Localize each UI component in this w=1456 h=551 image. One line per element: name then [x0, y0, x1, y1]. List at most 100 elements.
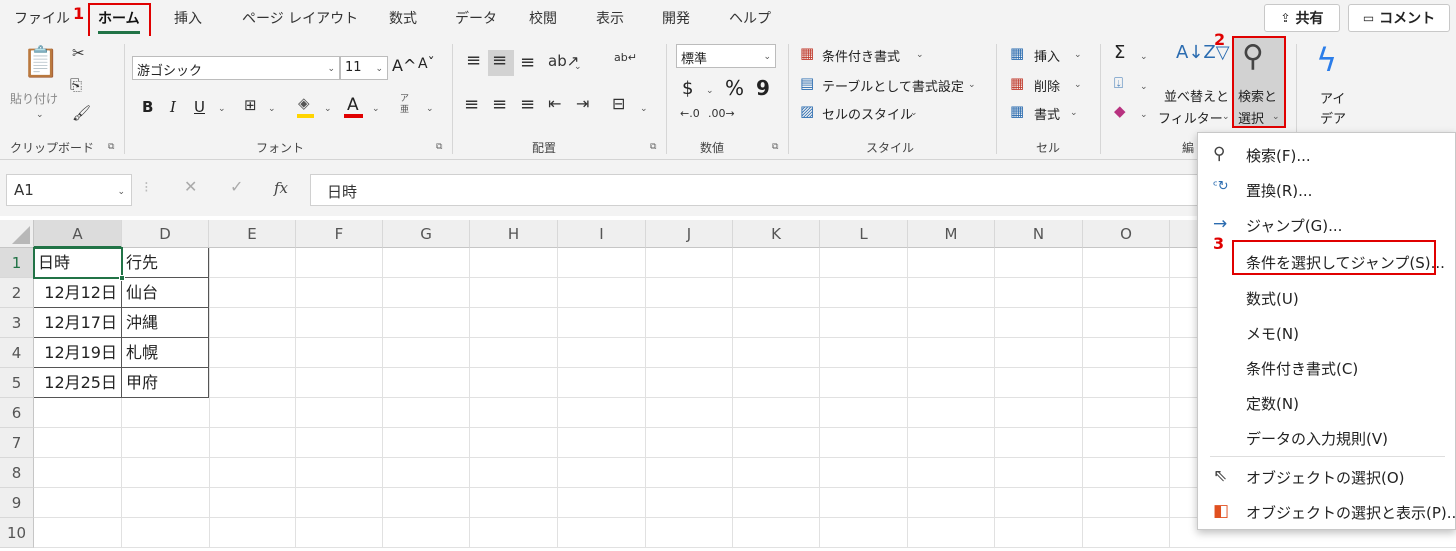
row-header-1[interactable]: 1 [0, 248, 34, 278]
column-header-e[interactable]: E [209, 220, 296, 248]
menu-item-conditional-formatting[interactable]: 条件付き書式(C) [1198, 350, 1456, 385]
column-header-h[interactable]: H [470, 220, 558, 248]
cut-icon[interactable]: ✂ [72, 46, 85, 61]
cell-d1[interactable]: 行先 [122, 248, 209, 278]
chevron-down-icon[interactable]: ⌄ [324, 104, 332, 114]
sort-filter-line1[interactable]: 並べ替えと [1164, 86, 1229, 105]
column-header-f[interactable]: F [296, 220, 383, 248]
menu-item-find[interactable]: ⚲ 検索(F)... [1198, 137, 1456, 172]
italic-button[interactable]: I [170, 98, 176, 116]
chevron-down-icon[interactable]: ⌄ [910, 108, 918, 118]
tab-data[interactable]: データ [455, 8, 497, 28]
phonetic-button[interactable]: ア亜 [400, 94, 412, 116]
copy-icon[interactable]: ⎘ [70, 78, 82, 93]
column-header-m[interactable]: M [908, 220, 995, 248]
increase-decimal-icon[interactable]: ←.0 [680, 108, 700, 119]
chevron-down-icon[interactable]: ⌄ [218, 104, 226, 114]
chevron-down-icon[interactable]: ⌄ [1140, 52, 1148, 62]
fill-color-icon[interactable]: ◈ [298, 96, 310, 111]
font-name-select[interactable]: 游ゴシック ⌄ [132, 56, 340, 80]
menu-item-constants[interactable]: 定数(N) [1198, 385, 1456, 420]
menu-item-select-objects[interactable]: ⇖ オブジェクトの選択(O) [1198, 459, 1456, 494]
chevron-down-icon[interactable]: ⌄ [706, 86, 714, 96]
align-middle-icon[interactable]: ≡ [492, 52, 507, 70]
tab-view[interactable]: 表示 [596, 8, 624, 28]
font-color-button[interactable]: A [347, 95, 359, 115]
chevron-down-icon[interactable]: ⌄ [574, 62, 582, 72]
insert-function-button[interactable]: fx [274, 179, 288, 197]
comment-button[interactable]: ▭ コメント [1348, 4, 1450, 32]
clear-eraser-icon[interactable]: ◆ [1114, 104, 1126, 119]
chevron-down-icon[interactable]: ⌄ [640, 104, 648, 114]
menu-item-data-validation[interactable]: データの入力規則(V) [1198, 420, 1456, 455]
conditional-format-button[interactable]: 条件付き書式 [822, 46, 900, 65]
sort-filter-line2[interactable]: フィルター [1158, 108, 1223, 127]
chevron-down-icon[interactable]: ⌄ [372, 104, 380, 114]
cell-styles-button[interactable]: セルのスタイル [822, 104, 913, 123]
alignment-launcher-icon[interactable]: ⧉ [650, 142, 656, 152]
autosum-button[interactable]: Σ [1114, 42, 1125, 63]
row-header-6[interactable]: 6 [0, 398, 34, 428]
grow-font-button[interactable]: A^ [392, 56, 416, 75]
chevron-down-icon[interactable]: ⌄ [1140, 82, 1148, 92]
column-header-k[interactable]: K [733, 220, 820, 248]
chevron-down-icon[interactable]: ⌄ [268, 104, 276, 114]
percent-button[interactable]: % [725, 76, 744, 100]
align-center-icon[interactable]: ≡ [492, 96, 507, 114]
tab-developer[interactable]: 開発 [662, 8, 690, 28]
ideas-line1[interactable]: アイ [1320, 88, 1345, 107]
chevron-down-icon[interactable]: ⌄ [968, 80, 976, 90]
chevron-down-icon[interactable]: ⌄ [916, 50, 924, 60]
increase-indent-icon[interactable]: ⇥ [576, 96, 589, 112]
cell-d2[interactable]: 仙台 [122, 278, 209, 308]
column-header-j[interactable]: J [646, 220, 733, 248]
number-launcher-icon[interactable]: ⧉ [772, 142, 778, 152]
share-button[interactable]: ⇪ 共有 [1264, 4, 1340, 32]
tab-insert[interactable]: 挿入 [174, 8, 202, 28]
name-box[interactable]: A1 ⌄ [6, 174, 132, 206]
align-bottom-icon[interactable]: ≡ [520, 54, 535, 72]
shrink-font-button[interactable]: Aˇ [418, 56, 435, 72]
merge-center-icon[interactable]: ⊟ [612, 96, 625, 112]
column-header-d[interactable]: D [122, 220, 209, 248]
cell-a4[interactable]: 12月19日 [34, 338, 122, 368]
decrease-indent-icon[interactable]: ⇤ [548, 96, 561, 112]
row-header-10[interactable]: 10 [0, 518, 34, 548]
chevron-down-icon[interactable]: ⌄ [426, 104, 434, 114]
menu-item-goto[interactable]: → ジャンプ(G)... [1198, 207, 1456, 242]
select-all-button[interactable] [0, 220, 34, 248]
cell-d4[interactable]: 札幌 [122, 338, 209, 368]
align-right-icon[interactable]: ≡ [520, 96, 535, 114]
cell-d3[interactable]: 沖縄 [122, 308, 209, 338]
chevron-down-icon[interactable]: ⌄ [1070, 108, 1078, 118]
row-header-4[interactable]: 4 [0, 338, 34, 368]
column-header-i[interactable]: I [558, 220, 646, 248]
font-launcher-icon[interactable]: ⧉ [436, 142, 442, 152]
chevron-down-icon[interactable]: ⌄ [1074, 80, 1082, 90]
enter-icon[interactable]: ✓ [230, 179, 243, 195]
column-header-o[interactable]: O [1083, 220, 1170, 248]
tab-page-layout[interactable]: ページ レイアウト [242, 8, 358, 28]
paste-icon[interactable]: 📋 [22, 48, 59, 78]
cell-a5[interactable]: 12月25日 [34, 368, 122, 398]
tab-formulas[interactable]: 数式 [389, 8, 417, 28]
format-as-table-button[interactable]: テーブルとして書式設定 [822, 76, 964, 95]
menu-item-selection-pane[interactable]: ◧ オブジェクトの選択と表示(P)... [1198, 494, 1456, 529]
tab-help[interactable]: ヘルプ [729, 8, 771, 28]
delete-cells-button[interactable]: 削除 [1034, 76, 1060, 95]
clipboard-launcher-icon[interactable]: ⧉ [108, 142, 114, 152]
row-header-8[interactable]: 8 [0, 458, 34, 488]
tab-review[interactable]: 校閲 [529, 8, 557, 28]
format-cells-button[interactable]: 書式 [1034, 104, 1060, 123]
row-header-9[interactable]: 9 [0, 488, 34, 518]
column-header-n[interactable]: N [995, 220, 1083, 248]
row-header-2[interactable]: 2 [0, 278, 34, 308]
menu-item-replace[interactable]: ᶜ↻ 置換(R)... [1198, 172, 1456, 207]
menu-item-formulas[interactable]: 数式(U) [1198, 280, 1456, 315]
chevron-down-icon[interactable]: ⌄ [1074, 50, 1082, 60]
cell-d5[interactable]: 甲府 [122, 368, 209, 398]
row-header-7[interactable]: 7 [0, 428, 34, 458]
chevron-down-icon[interactable]: ⌄ [1140, 110, 1148, 120]
bold-button[interactable]: B [142, 98, 153, 116]
lightning-icon[interactable]: ϟ [1316, 44, 1337, 76]
